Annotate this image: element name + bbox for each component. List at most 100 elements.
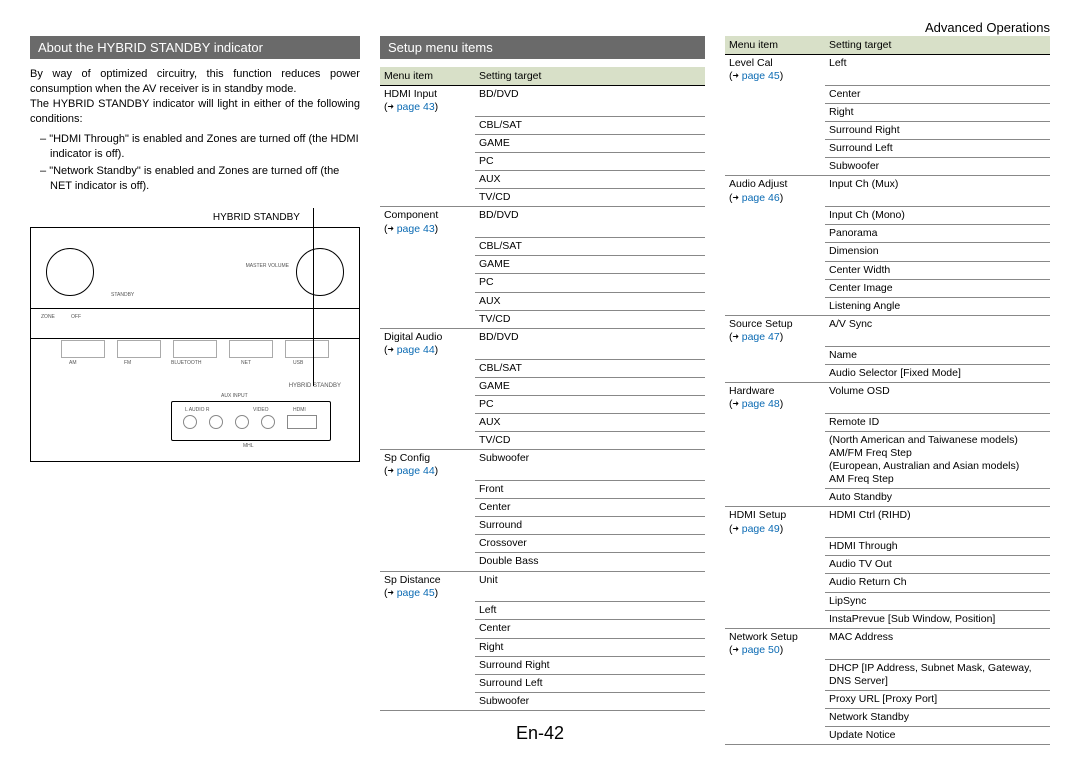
setting-target-cell: HDMI Ctrl (RIHD) — [825, 507, 1050, 538]
column-middle: Setup menu items Menu item Setting targe… — [380, 36, 705, 745]
menu-item-cell — [725, 364, 825, 382]
setting-target-cell: Center Image — [825, 279, 1050, 297]
table-row: PC — [380, 274, 705, 292]
menu-item-cell — [380, 432, 475, 450]
page-link[interactable]: (➜ page 45) — [384, 587, 471, 600]
table-row: CBL/SAT — [380, 238, 705, 256]
page-footer: En-42 — [0, 723, 1080, 744]
setting-target-cell: Name — [825, 346, 1050, 364]
menu-item-cell: Source Setup(➜ page 47) — [725, 315, 825, 346]
menu-item-cell: Hardware(➜ page 48) — [725, 382, 825, 413]
menu-item-cell — [380, 517, 475, 535]
setting-target-cell: Surround Right — [825, 122, 1050, 140]
menu-item-cell — [725, 413, 825, 431]
setting-target-cell: Left — [475, 602, 705, 620]
menu-item-cell — [725, 610, 825, 628]
page-link[interactable]: (➜ page 43) — [384, 101, 471, 114]
setting-target-cell: BD/DVD — [475, 328, 705, 359]
menu-item-cell: Digital Audio(➜ page 44) — [380, 328, 475, 359]
menu-item-cell — [380, 134, 475, 152]
page-link[interactable]: (➜ page 50) — [729, 644, 821, 657]
menu-item-cell — [380, 602, 475, 620]
setting-target-cell: CBL/SAT — [475, 359, 705, 377]
setting-target-cell: InstaPrevue [Sub Window, Position] — [825, 610, 1050, 628]
menu-item-cell — [725, 346, 825, 364]
setting-target-cell: Center Width — [825, 261, 1050, 279]
setting-target-cell: Crossover — [475, 535, 705, 553]
page-link[interactable]: (➜ page 46) — [729, 192, 821, 205]
setting-target-cell: Audio Selector [Fixed Mode] — [825, 364, 1050, 382]
menu-item-cell — [725, 279, 825, 297]
page-link[interactable]: (➜ page 47) — [729, 331, 821, 344]
table-row: Component(➜ page 43)BD/DVD — [380, 207, 705, 238]
table-row: GAME — [380, 256, 705, 274]
setting-target-cell: Surround Left — [475, 674, 705, 692]
setting-target-cell: TV/CD — [475, 189, 705, 207]
menu-item-cell — [725, 85, 825, 103]
menu-item-cell: HDMI Input(➜ page 43) — [380, 86, 475, 117]
table-row: Surround — [380, 517, 705, 535]
table-row: Dimension — [725, 243, 1050, 261]
table-row: Hardware(➜ page 48)Volume OSD — [725, 382, 1050, 413]
menu-item-cell — [725, 538, 825, 556]
setting-target-cell: DHCP [IP Address, Subnet Mask, Gateway, … — [825, 659, 1050, 690]
menu-item-cell — [380, 638, 475, 656]
menu-item-cell: Sp Distance(➜ page 45) — [380, 571, 475, 602]
setting-target-cell: PC — [475, 153, 705, 171]
menu-item-cell — [380, 395, 475, 413]
setting-target-cell: Surround — [475, 517, 705, 535]
page-link[interactable]: (➜ page 49) — [729, 523, 821, 536]
menu-item-cell — [725, 261, 825, 279]
menu-item-cell — [725, 690, 825, 708]
table-row: (North American and Taiwanese models) AM… — [725, 431, 1050, 489]
menu-item-cell — [725, 431, 825, 489]
page-link[interactable]: (➜ page 43) — [384, 223, 471, 236]
table-row: Network Setup(➜ page 50)MAC Address — [725, 628, 1050, 659]
menu-item-cell — [725, 103, 825, 121]
about-bullet-1: "HDMI Through" is enabled and Zones are … — [40, 132, 360, 162]
table-row: Source Setup(➜ page 47)A/V Sync — [725, 315, 1050, 346]
th-setting-target-r: Setting target — [825, 36, 1050, 55]
setting-target-cell: Volume OSD — [825, 382, 1050, 413]
setting-target-cell: Subwoofer — [475, 450, 705, 481]
page-link[interactable]: (➜ page 48) — [729, 398, 821, 411]
table-row: TV/CD — [380, 310, 705, 328]
device-front-panel-diagram: ZONE OFF STANDBY MASTER VOLUME AM FM BLU… — [30, 227, 360, 462]
menu-item-cell — [725, 592, 825, 610]
table-row: Right — [725, 103, 1050, 121]
setting-target-cell: BD/DVD — [475, 207, 705, 238]
column-left: About the HYBRID STANDBY indicator By wa… — [30, 36, 360, 745]
setting-target-cell: GAME — [475, 377, 705, 395]
setting-target-cell: Auto Standby — [825, 489, 1050, 507]
menu-item-cell — [725, 489, 825, 507]
page-link[interactable]: (➜ page 44) — [384, 344, 471, 357]
table-row: Center — [380, 499, 705, 517]
th-menu-item-r: Menu item — [725, 36, 825, 55]
setting-target-cell: MAC Address — [825, 628, 1050, 659]
menu-item-cell — [380, 674, 475, 692]
setting-target-cell: Center — [475, 499, 705, 517]
table-row: Audio Selector [Fixed Mode] — [725, 364, 1050, 382]
menu-item-cell — [380, 153, 475, 171]
table-row: Surround Right — [725, 122, 1050, 140]
setting-target-cell: Proxy URL [Proxy Port] — [825, 690, 1050, 708]
page-link[interactable]: (➜ page 44) — [384, 465, 471, 478]
about-bullet-2: "Network Standby" is enabled and Zones a… — [40, 164, 360, 194]
setting-target-cell: Audio TV Out — [825, 556, 1050, 574]
th-setting-target: Setting target — [475, 67, 705, 86]
menu-item-cell — [380, 274, 475, 292]
table-row: Panorama — [725, 225, 1050, 243]
table-row: Sp Distance(➜ page 45)Unit — [380, 571, 705, 602]
setup-table-right: Menu item Setting target Level Cal(➜ pag… — [725, 36, 1050, 745]
setting-target-cell: TV/CD — [475, 432, 705, 450]
menu-item-cell — [725, 659, 825, 690]
table-row: Front — [380, 480, 705, 498]
page-link[interactable]: (➜ page 45) — [729, 70, 821, 83]
hybrid-standby-indicator-label: HYBRID STANDBY — [289, 383, 341, 389]
menu-item-cell — [725, 243, 825, 261]
menu-item-cell: HDMI Setup(➜ page 49) — [725, 507, 825, 538]
setup-menu-title: Setup menu items — [380, 36, 705, 59]
menu-item-cell — [380, 189, 475, 207]
menu-item-cell — [725, 207, 825, 225]
menu-item-cell: Network Setup(➜ page 50) — [725, 628, 825, 659]
